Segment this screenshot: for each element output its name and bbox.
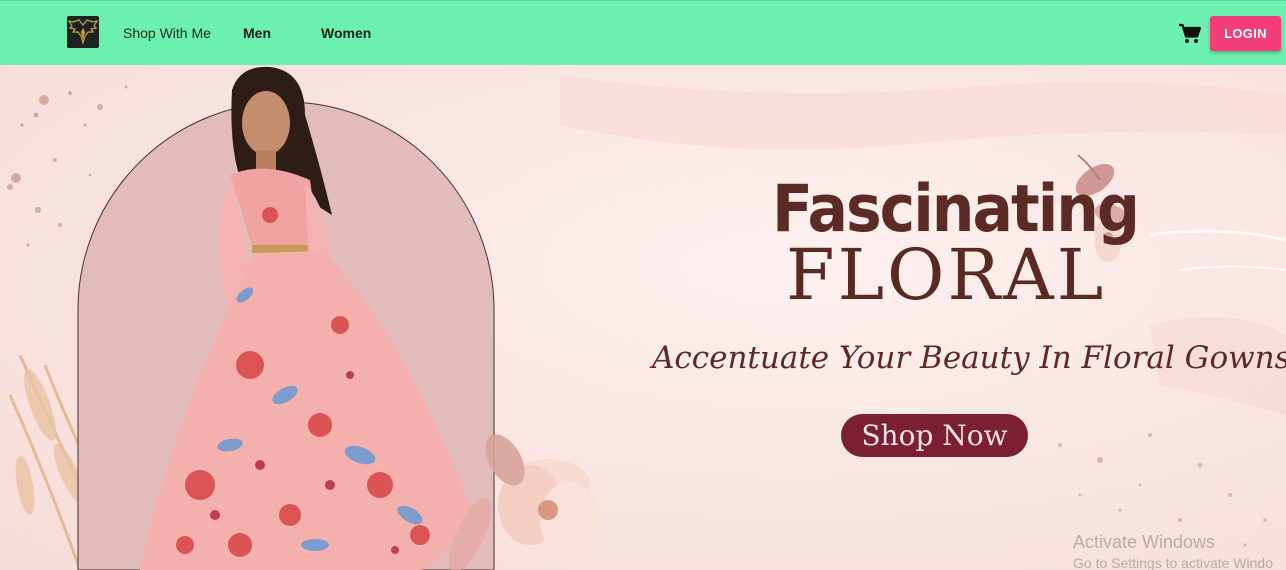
hero-headline-top: Fascinating bbox=[772, 171, 1140, 248]
eagle-logo-icon[interactable] bbox=[67, 16, 99, 48]
login-button[interactable]: LOGIN bbox=[1210, 16, 1281, 51]
hero-headline-bottom: FLORAL bbox=[786, 234, 1107, 316]
hero-tagline: Accentuate Your Beauty In Floral Gowns. bbox=[652, 340, 1286, 376]
nav-link-men[interactable]: Men bbox=[243, 25, 271, 41]
top-navbar: Shop With Me Men Women LOGIN bbox=[0, 0, 1286, 65]
shopping-cart-icon[interactable] bbox=[1178, 23, 1202, 45]
brand-name[interactable]: Shop With Me bbox=[123, 25, 211, 41]
activate-windows-watermark: Activate Windows bbox=[1073, 532, 1216, 552]
hero-illustration bbox=[7, 66, 1286, 570]
nav-link-women[interactable]: Women bbox=[321, 25, 371, 41]
hero-banner: Fascinating FLORAL Accentuate Your Beaut… bbox=[0, 65, 1286, 570]
activate-windows-hint: Go to Settings to activate Windo bbox=[1073, 555, 1273, 570]
shop-now-button[interactable]: Shop Now bbox=[841, 414, 1028, 457]
